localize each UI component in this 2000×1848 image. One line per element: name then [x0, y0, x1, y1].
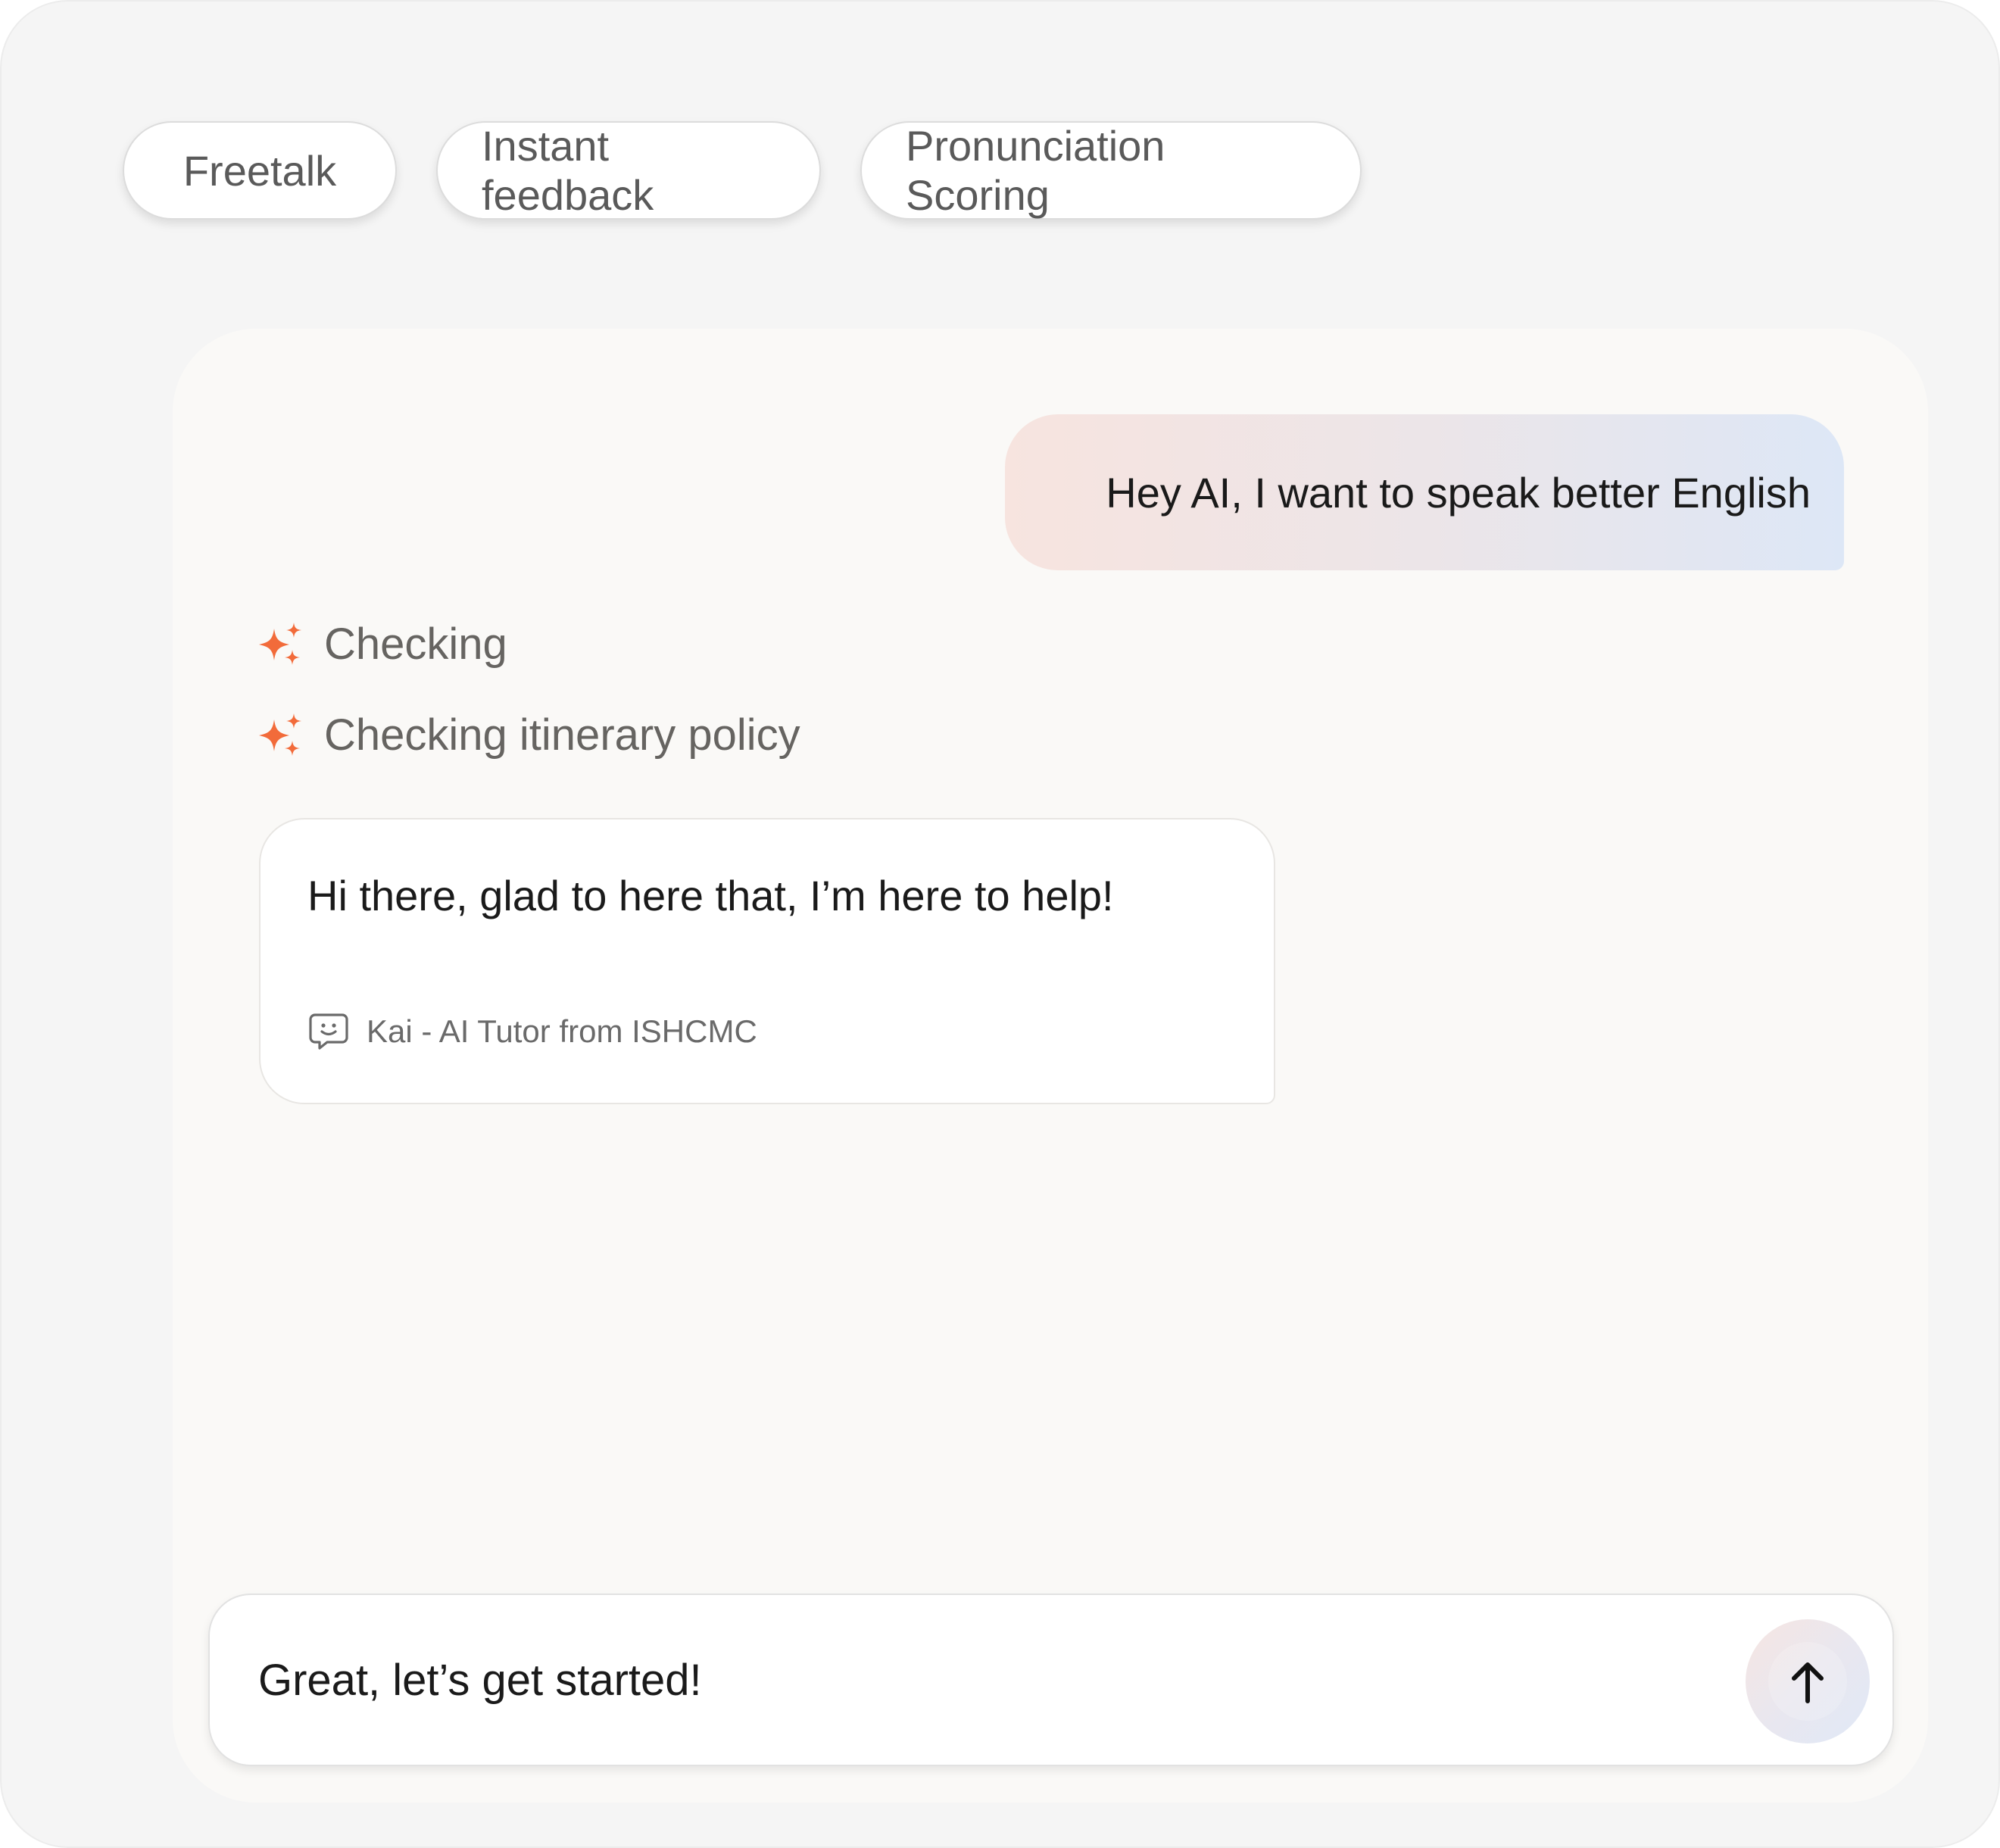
- chip-pronunciation-scoring[interactable]: Pronunciation Scoring: [860, 121, 1362, 220]
- ai-sender-label: Kai - AI Tutor from ISHCMC: [367, 1013, 757, 1049]
- send-button-inner: [1768, 1642, 1847, 1721]
- status-text: Checking itinerary policy: [324, 710, 800, 760]
- sparkle-icon: [259, 622, 301, 665]
- ai-message-text: Hi there, glad to here that, I’m here to…: [307, 872, 1114, 919]
- chip-freetalk[interactable]: Freetalk: [123, 121, 397, 220]
- status-text: Checking: [324, 620, 507, 669]
- message-composer[interactable]: Great, let’s get started!: [208, 1594, 1894, 1766]
- send-button[interactable]: [1746, 1619, 1870, 1743]
- arrow-up-icon: [1792, 1662, 1824, 1703]
- user-message-text: Hey AI, I want to speak better English: [1106, 468, 1811, 517]
- sparkle-icon: [259, 713, 301, 756]
- ai-message-card: Hi there, glad to here that, I’m here to…: [259, 818, 1275, 1104]
- user-message-bubble: Hey AI, I want to speak better English: [1005, 414, 1844, 570]
- chip-instant-feedback[interactable]: Instant feedback: [436, 121, 821, 220]
- app-frame: Freetalk Instant feedback Pronunciation …: [0, 0, 2000, 1848]
- chat-bot-icon: [309, 1013, 348, 1050]
- ai-sender: Kai - AI Tutor from ISHCMC: [307, 1010, 757, 1053]
- mode-chips: Freetalk Instant feedback Pronunciation …: [123, 121, 1362, 220]
- message-input[interactable]: Great, let’s get started!: [258, 1595, 702, 1765]
- status-checking-itinerary: Checking itinerary policy: [257, 710, 800, 760]
- status-checking: Checking: [257, 619, 507, 670]
